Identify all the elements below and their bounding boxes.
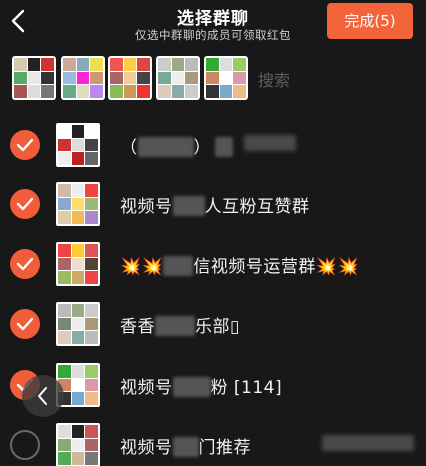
group-avatar bbox=[56, 302, 100, 346]
checkbox-checked[interactable] bbox=[10, 309, 40, 339]
header: 选择群聊 仅选中群聊的成员可领取红包 完成(5) bbox=[0, 0, 426, 50]
group-name: 香香 乐部▯ bbox=[120, 316, 240, 337]
group-avatar bbox=[56, 123, 100, 167]
group-name: 视频号粉 [114] bbox=[120, 377, 283, 398]
checkmark-icon bbox=[16, 197, 34, 211]
search-input[interactable]: 搜索 bbox=[258, 67, 290, 91]
checkmark-icon bbox=[16, 257, 34, 271]
group-avatar bbox=[56, 182, 100, 226]
selected-groups-strip: 搜索 bbox=[0, 50, 426, 105]
checkbox-checked[interactable] bbox=[10, 249, 40, 279]
floating-back-button[interactable] bbox=[22, 375, 64, 417]
selected-group-avatar[interactable] bbox=[61, 56, 105, 100]
selected-group-avatar[interactable] bbox=[156, 56, 200, 100]
checkbox-checked[interactable] bbox=[10, 189, 40, 219]
redacted-text bbox=[244, 135, 296, 151]
group-row[interactable]: （） bbox=[0, 115, 426, 175]
selected-group-avatar[interactable] bbox=[12, 56, 56, 100]
group-row[interactable]: 视频号 门推荐 bbox=[0, 415, 426, 466]
group-row[interactable]: 香香 乐部▯ bbox=[0, 294, 426, 354]
group-avatar bbox=[56, 242, 100, 286]
group-row[interactable]: 视频号 人互粉互赞群 bbox=[0, 174, 426, 234]
group-name: 💥💥 信视频号运营群💥💥 bbox=[120, 256, 360, 277]
group-name: 视频号 门推荐 bbox=[120, 437, 251, 458]
checkbox-unchecked[interactable] bbox=[10, 430, 40, 460]
group-row[interactable]: 视频号粉 [114] bbox=[0, 355, 426, 415]
group-name: 视频号 人互粉互赞群 bbox=[120, 196, 310, 217]
group-row[interactable]: 💥💥 信视频号运营群💥💥 bbox=[0, 234, 426, 294]
selected-group-avatar[interactable] bbox=[108, 56, 152, 100]
chevron-left-icon bbox=[38, 387, 47, 405]
done-button[interactable]: 完成(5) bbox=[327, 3, 413, 39]
checkbox-checked[interactable] bbox=[10, 130, 40, 160]
group-name: （） bbox=[120, 133, 233, 158]
selected-group-avatar[interactable] bbox=[204, 56, 248, 100]
group-avatar bbox=[56, 423, 100, 466]
checkmark-icon bbox=[16, 317, 34, 331]
redacted-text bbox=[322, 435, 414, 451]
checkmark-icon bbox=[16, 138, 34, 152]
